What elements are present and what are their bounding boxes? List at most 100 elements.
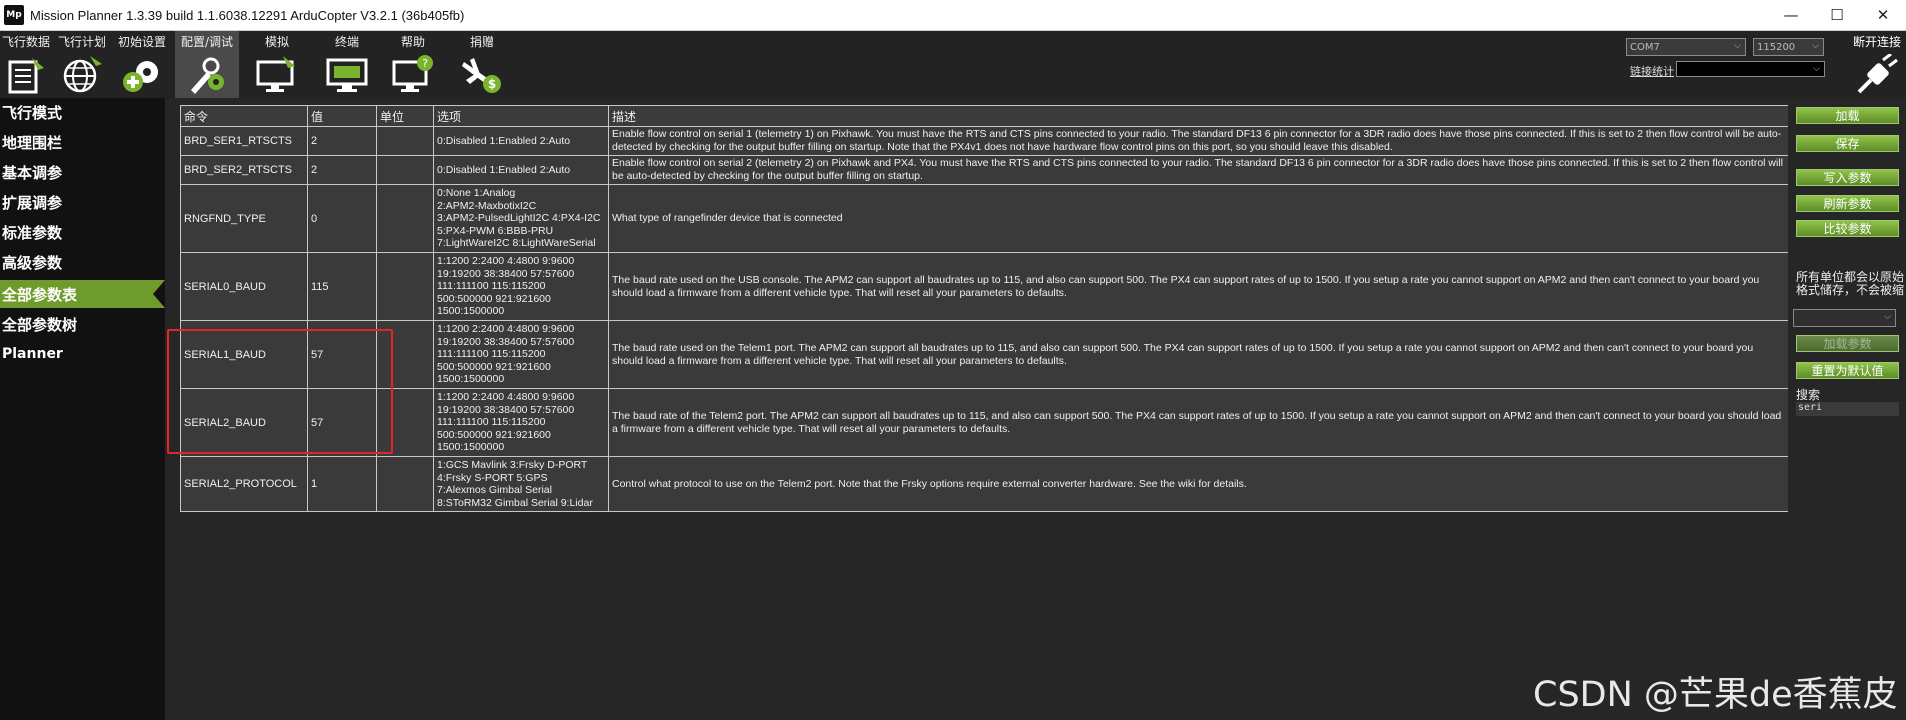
table-row[interactable]: BRD_SER2_RTSCTS 2 0:Disabled 1:Enabled 2… xyxy=(180,155,1789,185)
load-button[interactable]: 加载 xyxy=(1796,107,1899,124)
toolbar-initial-setup[interactable]: 初始设置 xyxy=(112,31,172,98)
app-logo-icon: Mp xyxy=(4,5,24,25)
table-row[interactable]: BRD_SER1_RTSCTS 2 0:Disabled 1:Enabled 2… xyxy=(180,126,1789,156)
sidebar-item-label: 标准参数 xyxy=(2,223,63,242)
toolbar-help[interactable]: 帮助 ? xyxy=(384,31,442,98)
option-line: 19:19200 38:38400 57:57600 xyxy=(437,267,575,280)
maximize-button[interactable]: ☐ xyxy=(1814,0,1860,30)
cell-value[interactable]: 2 xyxy=(307,126,377,156)
close-button[interactable]: ✕ xyxy=(1860,0,1906,30)
search-label: 搜索 xyxy=(1796,388,1821,402)
cell-description: The baud rate used on the USB console. T… xyxy=(608,252,1789,321)
cell-value[interactable]: 1 xyxy=(307,456,377,512)
column-header-unit[interactable]: 单位 xyxy=(376,105,434,127)
cell-value[interactable]: 115 xyxy=(307,252,377,321)
refresh-params-button[interactable]: 刷新参数 xyxy=(1796,195,1899,212)
disconnect-button[interactable]: 断开连接 xyxy=(1848,31,1906,98)
option-line: 3:APM2-PulsedLightI2C 4:PX4-I2C xyxy=(437,212,601,225)
sidebar-item-basic-tuning[interactable]: 基本调参 xyxy=(0,158,165,186)
table-row[interactable]: SERIAL2_BAUD 57 1:1200 2:2400 4:4800 9:9… xyxy=(180,388,1789,457)
cell-options: 0:Disabled 1:Enabled 2:Auto xyxy=(433,155,609,185)
sidebar-item-label: 飞行模式 xyxy=(2,103,63,122)
sidebar-item-label: 全部参数树 xyxy=(2,315,78,334)
write-params-button[interactable]: 写入参数 xyxy=(1796,169,1899,186)
link-stats-select[interactable]: ⌵ xyxy=(1676,61,1825,77)
svg-text:?: ? xyxy=(422,57,428,70)
cell-unit xyxy=(376,184,434,253)
sidebar-item-flight-modes[interactable]: 飞行模式 xyxy=(0,98,165,126)
save-button[interactable]: 保存 xyxy=(1796,135,1899,152)
table-row[interactable]: RNGFND_TYPE 0 0:None 1:Analog 2:APM2-Max… xyxy=(180,184,1789,253)
minimize-button[interactable]: — xyxy=(1768,0,1814,30)
chevron-down-icon: ⌵ xyxy=(1884,312,1891,322)
units-select[interactable]: ⌵ xyxy=(1793,309,1896,327)
table-header-row: 命令 值 单位 选项 描述 xyxy=(180,105,1789,127)
cell-value[interactable]: 0 xyxy=(307,184,377,253)
toolbar-simulation[interactable]: 模拟 xyxy=(244,31,310,98)
sidebar-item-geofence[interactable]: 地理围栏 xyxy=(0,128,165,156)
chevron-down-icon: ⌵ xyxy=(1734,41,1741,51)
option-line: 0:Disabled 1:Enabled 2:Auto xyxy=(437,163,571,176)
title-bar: Mp Mission Planner 1.3.39 build 1.1.6038… xyxy=(0,0,1906,31)
flight-data-icon xyxy=(8,58,44,94)
wrench-gear-icon xyxy=(191,57,224,94)
cell-options: 1:GCS Mavlink 3:Frsky D-PORT 4:Frsky S-P… xyxy=(433,456,609,512)
chevron-down-icon: ⌵ xyxy=(1813,64,1820,74)
cell-command: SERIAL2_PROTOCOL xyxy=(180,456,308,512)
table-row[interactable]: SERIAL1_BAUD 57 1:1200 2:2400 4:4800 9:9… xyxy=(180,320,1789,389)
param-table: 命令 值 单位 选项 描述 BRD_SER1_RTSCTS 2 0:Disabl… xyxy=(180,105,1789,512)
column-header-command[interactable]: 命令 xyxy=(180,105,308,127)
sidebar-item-full-param-tree[interactable]: 全部参数树 xyxy=(0,310,165,338)
toolbar-flight-plan[interactable]: 飞行计划 xyxy=(54,31,110,98)
link-stats-link[interactable]: 链接统计 xyxy=(1630,63,1674,79)
sidebar-item-extended-tuning[interactable]: 扩展调参 xyxy=(0,188,165,216)
cell-description: Enable flow control on serial 2 (telemet… xyxy=(608,155,1789,185)
reset-default-button[interactable]: 重置为默认值 xyxy=(1796,362,1899,379)
toolbar-config-tuning[interactable]: 配置/调试 xyxy=(175,31,239,98)
option-line: 111:111100 115:115200 xyxy=(437,416,546,429)
option-line: 0:Disabled 1:Enabled 2:Auto xyxy=(437,134,571,147)
cell-description: Enable flow control on serial 1 (telemet… xyxy=(608,126,1789,156)
compare-params-button[interactable]: 比较参数 xyxy=(1796,220,1899,237)
column-header-description[interactable]: 描述 xyxy=(608,105,1789,127)
baud-rate-select[interactable]: 115200 ⌵ xyxy=(1753,38,1824,56)
sidebar-item-standard-params[interactable]: 标准参数 xyxy=(0,218,165,246)
cell-description: Control what protocol to use on the Tele… xyxy=(608,456,1789,512)
option-line: 19:19200 38:38400 57:57600 xyxy=(437,335,575,348)
cell-options: 1:1200 2:2400 4:4800 9:9600 19:19200 38:… xyxy=(433,388,609,457)
load-params-button[interactable]: 加载参数 xyxy=(1796,335,1899,352)
sidebar-item-planner[interactable]: Planner xyxy=(0,340,165,368)
main-toolbar: 飞行数据 飞行计划 初始设置 配置/调试 模拟 终端 帮助 ? 捐赠 $ COM… xyxy=(0,31,1906,98)
option-line: 1:1200 2:2400 4:4800 9:9600 xyxy=(437,255,575,268)
cell-description: What type of rangefinder device that is … xyxy=(608,184,1789,253)
toolbar-flight-data[interactable]: 飞行数据 xyxy=(0,31,52,98)
option-line: 111:111100 115:115200 xyxy=(437,280,546,293)
option-line: 500:500000 921:921600 xyxy=(437,360,551,373)
option-line: 1500:1500000 xyxy=(437,441,505,454)
option-line: 500:500000 921:921600 xyxy=(437,428,551,441)
column-header-options[interactable]: 选项 xyxy=(433,105,609,127)
option-line: 500:500000 921:921600 xyxy=(437,292,551,305)
option-line: 2:APM2-MaxbotixI2C xyxy=(437,199,537,212)
option-line: 0:None 1:Analog xyxy=(437,187,516,200)
toolbar-label: 初始设置 xyxy=(117,35,166,49)
watermark: CSDN @芒果de香蕉皮 xyxy=(1533,675,1898,715)
table-row[interactable]: SERIAL0_BAUD 115 1:1200 2:2400 4:4800 9:… xyxy=(180,252,1789,321)
cell-unit xyxy=(376,252,434,321)
sidebar-item-full-param-list[interactable]: 全部参数表 xyxy=(0,280,165,308)
toolbar-label: 帮助 xyxy=(400,35,425,49)
sidebar-item-advanced-params[interactable]: 高级参数 xyxy=(0,248,165,276)
toolbar-label: 配置/调试 xyxy=(180,35,234,49)
baud-rate-value: 115200 xyxy=(1757,41,1796,53)
com-port-select[interactable]: COM7 ⌵ xyxy=(1626,38,1746,56)
table-row[interactable]: SERIAL2_PROTOCOL 1 1:GCS Mavlink 3:Frsky… xyxy=(180,456,1789,512)
search-input[interactable]: seri xyxy=(1796,402,1899,416)
param-grid: 命令 值 单位 选项 描述 BRD_SER1_RTSCTS 2 0:Disabl… xyxy=(180,105,1789,512)
column-header-value[interactable]: 值 xyxy=(307,105,377,127)
plug-icon xyxy=(1857,54,1898,94)
cell-value[interactable]: 2 xyxy=(307,155,377,185)
toolbar-terminal[interactable]: 终端 xyxy=(318,31,376,98)
sidebar: 飞行模式 地理围栏 基本调参 扩展调参 标准参数 高级参数 全部参数表 全部参数… xyxy=(0,98,165,720)
help-monitor-icon: ? xyxy=(392,55,433,92)
toolbar-donate[interactable]: 捐赠 $ xyxy=(450,31,514,98)
